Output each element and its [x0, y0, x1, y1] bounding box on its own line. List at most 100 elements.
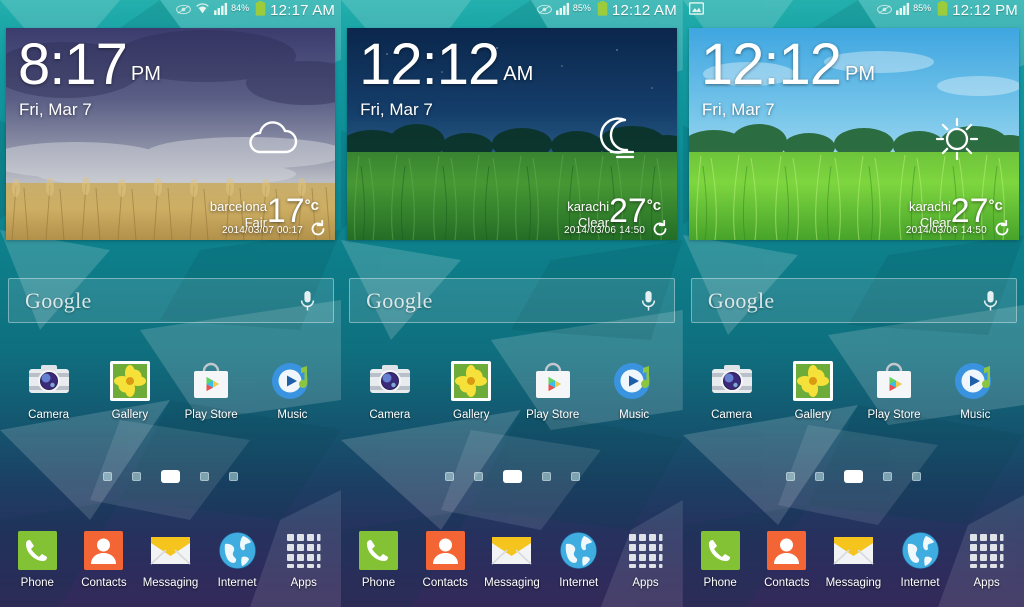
page-dot-5[interactable] — [229, 472, 239, 481]
weather-clock-widget[interactable]: 12:12 AM Fri, Mar 7 karachi Clear 27°c 20… — [347, 28, 678, 240]
app-label: Camera — [28, 409, 70, 421]
play-store-icon — [190, 360, 232, 402]
widget-date: Fri, Mar 7 — [19, 100, 92, 119]
dock-item-messaging[interactable]: Messaging — [140, 530, 202, 589]
home-screen-triptych: 84% 12:17 AM 8:17 PM Fri, Mar 7 barcelon… — [0, 0, 1024, 607]
page-dot-2[interactable] — [814, 472, 824, 481]
page-dot-5[interactable] — [911, 472, 921, 481]
widget-clock-ampm: PM — [130, 63, 161, 85]
page-dot-1[interactable] — [444, 472, 454, 481]
dock-item-apps[interactable]: Apps — [614, 530, 676, 589]
page-dot-4[interactable] — [200, 472, 210, 481]
app-label: Play Store — [867, 409, 921, 421]
dock-item-apps[interactable]: Apps — [956, 530, 1018, 589]
wifi-icon — [195, 2, 210, 20]
dock-item-internet[interactable]: Internet — [548, 530, 610, 589]
dock-label: Contacts — [764, 577, 810, 589]
microphone-icon[interactable] — [641, 290, 656, 312]
weather-clock-widget[interactable]: 8:17 PM Fri, Mar 7 barcelona Fair 17°c 20… — [6, 28, 335, 240]
google-logo-text: Google — [25, 287, 92, 313]
app-shortcut-camera[interactable]: Camera — [357, 360, 423, 421]
contacts-icon — [766, 530, 807, 571]
page-dot-4[interactable] — [882, 472, 892, 481]
app-shortcut-music[interactable]: Music — [259, 360, 325, 421]
status-bar-system-icons: 85% 12:12 PM — [877, 1, 1018, 21]
phone-icon — [700, 530, 741, 571]
app-shortcut-gallery[interactable]: Gallery — [438, 360, 504, 421]
microphone-icon[interactable] — [300, 290, 315, 312]
status-bar[interactable]: 85% 12:12 AM — [341, 0, 683, 22]
refresh-icon[interactable] — [993, 219, 1011, 238]
google-search-bar[interactable]: Google — [690, 278, 1017, 323]
page-dot-3-active[interactable] — [843, 470, 863, 483]
battery-percent-label: 84% — [231, 3, 250, 13]
microphone-icon[interactable] — [983, 290, 998, 312]
dock-label: Messaging — [142, 577, 199, 589]
app-label: Play Store — [184, 409, 238, 421]
app-label: Gallery — [794, 409, 831, 421]
home-screen-panel-1: 84% 12:17 AM 8:17 PM Fri, Mar 7 barcelon… — [0, 0, 342, 607]
app-shortcut-gallery[interactable]: Gallery — [780, 360, 846, 421]
dock-item-phone[interactable]: Phone — [689, 530, 751, 589]
dock-item-messaging[interactable]: Messaging — [481, 530, 543, 589]
app-shortcut-play-store[interactable]: Play Store — [861, 360, 927, 421]
app-shortcut-camera[interactable]: Camera — [699, 360, 765, 421]
dock-item-contacts[interactable]: Contacts — [73, 530, 135, 589]
page-indicator — [0, 470, 341, 483]
messaging-icon — [491, 530, 533, 571]
signal-bars-icon — [555, 2, 571, 20]
dock-item-contacts[interactable]: Contacts — [756, 530, 818, 589]
refresh-icon[interactable] — [651, 219, 669, 238]
app-shortcut-music[interactable]: Music — [601, 360, 667, 421]
home-screen-panel-3: 85% 12:12 PM 12:12 PM Fri, Mar 7 karachi… — [682, 0, 1024, 607]
dock-item-contacts[interactable]: Contacts — [414, 530, 476, 589]
smart-stay-eye-icon — [536, 2, 552, 20]
camera-icon — [711, 360, 753, 402]
status-bar[interactable]: 85% 12:12 PM — [683, 0, 1024, 22]
page-dot-1[interactable] — [103, 472, 113, 481]
app-shortcut-play-store[interactable]: Play Store — [520, 360, 586, 421]
app-shortcut-gallery[interactable]: Gallery — [97, 360, 163, 421]
degree-unit: °c — [988, 197, 1003, 214]
page-dot-1[interactable] — [785, 472, 795, 481]
app-shortcut-play-store[interactable]: Play Store — [178, 360, 244, 421]
status-bar-notification-icons — [688, 2, 704, 20]
google-search-bar[interactable]: Google — [8, 278, 334, 323]
dock-label: Apps — [973, 577, 1000, 589]
dock-item-messaging[interactable]: Messaging — [822, 530, 884, 589]
status-bar[interactable]: 84% 12:17 AM — [0, 0, 341, 22]
widget-date: Fri, Mar 7 — [701, 100, 775, 119]
dock-item-internet[interactable]: Internet — [889, 530, 951, 589]
smart-stay-eye-icon — [176, 2, 192, 20]
dock-label: Messaging — [825, 577, 882, 589]
gallery-icon — [792, 360, 834, 402]
weather-clock-widget[interactable]: 12:12 PM Fri, Mar 7 karachi Clear 27°c 20… — [688, 28, 1019, 240]
dock-item-apps[interactable]: Apps — [273, 530, 335, 589]
page-dot-2[interactable] — [473, 472, 483, 481]
app-shortcut-camera[interactable]: Camera — [16, 360, 82, 421]
dock: Phone Contacts Messaging Internet Apps — [341, 530, 683, 589]
widget-clock-ampm: AM — [503, 63, 534, 85]
app-label: Camera — [711, 409, 752, 421]
page-dot-2[interactable] — [132, 472, 142, 481]
dock-item-phone[interactable]: Phone — [347, 530, 409, 589]
page-dot-5[interactable] — [570, 472, 580, 481]
refresh-icon[interactable] — [309, 219, 327, 238]
screenshot-image-icon — [688, 2, 704, 20]
widget-clock: 12:12 PM — [700, 32, 876, 97]
dock-item-internet[interactable]: Internet — [206, 530, 268, 589]
dock-label: Internet — [559, 577, 599, 589]
app-shortcut-music[interactable]: Music — [942, 360, 1008, 421]
app-label: Music — [619, 409, 650, 421]
widget-updated-timestamp: 2014/03/06 14:50 — [905, 225, 987, 236]
internet-globe-icon — [558, 530, 599, 571]
messaging-icon — [833, 530, 874, 571]
page-dot-3-active[interactable] — [161, 470, 181, 483]
page-dot-4[interactable] — [541, 472, 551, 481]
google-search-bar[interactable]: Google — [349, 278, 676, 323]
battery-percent-label: 85% — [913, 3, 932, 13]
dock-item-phone[interactable]: Phone — [6, 530, 68, 589]
apps-grid-icon — [625, 530, 666, 571]
page-dot-3-active[interactable] — [502, 470, 522, 483]
dock-label: Messaging — [484, 577, 540, 589]
